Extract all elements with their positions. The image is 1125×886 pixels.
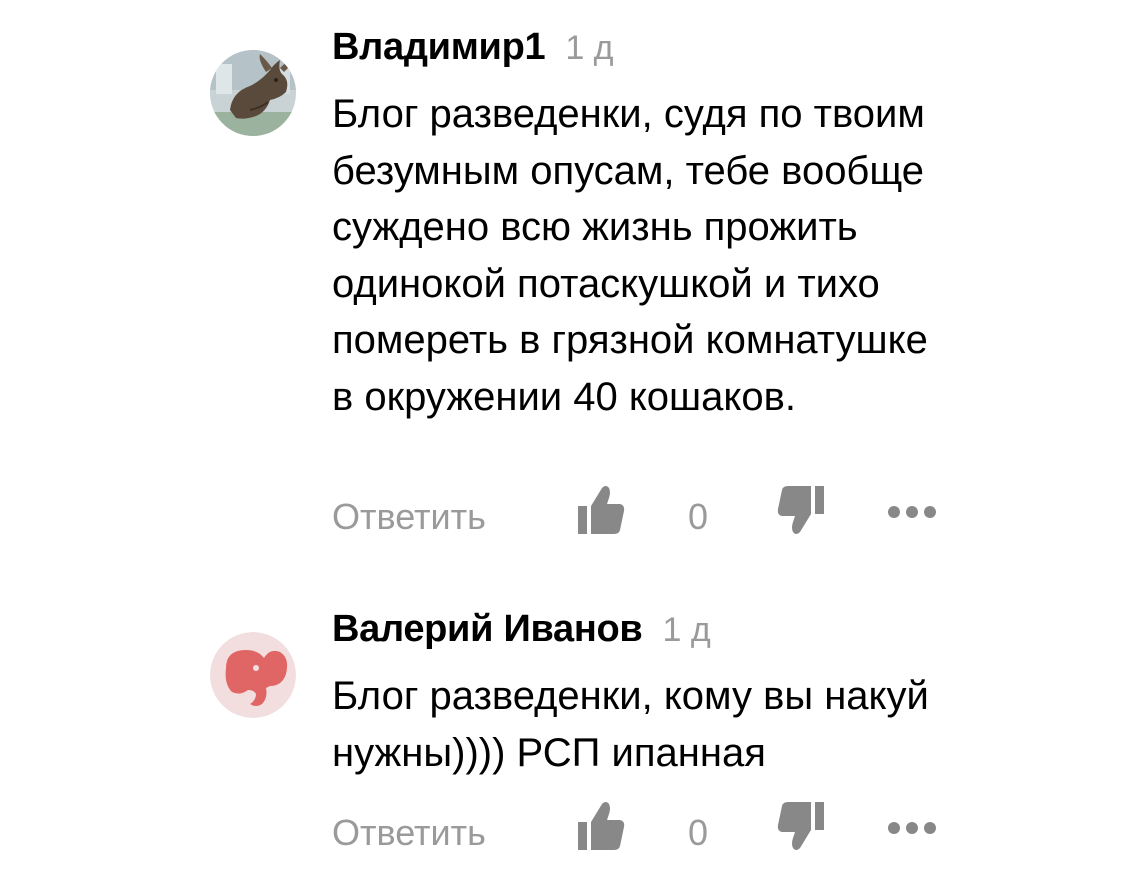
user-avatar[interactable] bbox=[210, 632, 296, 718]
thumbs-down-icon[interactable] bbox=[776, 484, 826, 536]
thumbs-up-icon[interactable] bbox=[576, 484, 626, 536]
more-options-icon[interactable] bbox=[886, 820, 938, 836]
comment-text-line: нужны)))) РСП ипанная bbox=[332, 730, 766, 775]
reply-button[interactable]: Ответить bbox=[332, 812, 486, 854]
comment-text-line: Блог разведенки, кому вы накуй bbox=[332, 674, 929, 718]
like-count: 0 bbox=[688, 812, 709, 853]
comment-text-line: безумным опусам, тебе вообще bbox=[332, 148, 925, 193]
bull-statue-avatar-icon bbox=[210, 50, 296, 136]
elephant-avatar-icon bbox=[210, 632, 296, 718]
reply-button[interactable]: Ответить bbox=[332, 496, 486, 538]
author-name[interactable]: Валерий Иванов bbox=[332, 608, 643, 650]
comment-age: 1 д bbox=[565, 29, 614, 67]
comment-text-line: Блог разведенки, судя по твоим bbox=[332, 92, 925, 136]
comment-text-line: одинокой потаскушкой и тихо bbox=[332, 261, 880, 306]
comment-age: 1 д bbox=[662, 611, 711, 649]
comment-header: Валерий Иванов 1 д bbox=[332, 608, 711, 651]
comment-text-line: помереть в грязной комнатушке bbox=[332, 318, 928, 362]
user-avatar[interactable] bbox=[210, 50, 296, 136]
comment-header: Владимир1 1 д bbox=[332, 26, 614, 69]
comment-text-line: суждено всю жизнь прожить bbox=[332, 205, 858, 249]
comment-text: Блог разведенки, судя по твоим безумным … bbox=[332, 86, 1092, 425]
comment-text-line: в окружении 40 кошаков. bbox=[332, 374, 796, 419]
more-options-icon[interactable] bbox=[886, 504, 938, 520]
thumbs-down-icon[interactable] bbox=[776, 800, 826, 852]
like-count: 0 bbox=[688, 496, 709, 537]
comment-text: Блог разведенки, кому вы накуй нужны))))… bbox=[332, 668, 1092, 781]
thumbs-up-icon[interactable] bbox=[576, 800, 626, 852]
author-name[interactable]: Владимир1 bbox=[332, 26, 546, 68]
